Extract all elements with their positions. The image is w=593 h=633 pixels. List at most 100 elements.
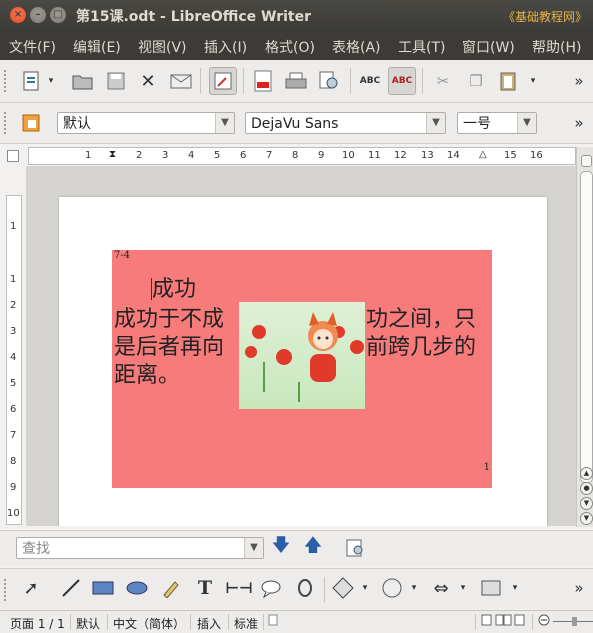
find-input[interactable]: 查找 ▼ <box>16 537 264 559</box>
close-window-button[interactable]: × <box>10 7 26 23</box>
save-icon[interactable] <box>103 68 129 94</box>
symbols-dropdown-icon[interactable]: ▾ <box>407 575 421 601</box>
cartoon-fox-image[interactable] <box>239 302 365 409</box>
styles-formatting-icon[interactable] <box>18 110 44 136</box>
autospellcheck-icon[interactable]: ABC <box>388 67 416 95</box>
zoom-out-icon[interactable] <box>538 614 550 629</box>
minimize-window-button[interactable]: – <box>30 7 46 23</box>
heading-text[interactable]: 成功 <box>152 276 196 304</box>
ellipse-tool-icon[interactable] <box>124 575 150 601</box>
tab-stop-selector[interactable] <box>7 150 19 162</box>
select-arrow-icon[interactable]: ➚ <box>18 575 44 601</box>
view-layout-icons[interactable] <box>481 614 525 629</box>
paste-icon[interactable] <box>495 68 521 94</box>
vertical-ruler[interactable]: 1 1 2 3 4 5 6 7 8 9 10 <box>6 195 22 525</box>
rectangle-tool-icon[interactable] <box>90 575 116 601</box>
export-pdf-icon[interactable] <box>250 68 276 94</box>
menu-edit[interactable]: 编辑(E) <box>73 37 121 57</box>
paragraph-style-select[interactable]: 默认 ▼ <box>57 112 235 134</box>
menu-view[interactable]: 视图(V) <box>138 37 187 57</box>
close-document-icon[interactable]: ✕ <box>135 68 161 94</box>
paste-dropdown-icon[interactable]: ▾ <box>526 68 540 94</box>
chevron-down-icon[interactable]: ▼ <box>426 113 445 133</box>
print-icon[interactable] <box>283 68 309 94</box>
symbol-shapes-icon[interactable] <box>379 575 405 601</box>
print-preview-icon[interactable] <box>316 68 342 94</box>
toolbar-overflow-button[interactable]: » <box>570 68 588 94</box>
font-name-select[interactable]: DejaVu Sans ▼ <box>245 112 446 134</box>
flowchart-icon[interactable] <box>478 575 504 601</box>
vertical-text-icon[interactable]: ⊢⊣ <box>225 575 252 601</box>
horizontal-ruler[interactable]: 1 2 3 4 5 6 7 8 9 10 11 12 13 14 15 16 ⧗… <box>28 147 576 165</box>
menu-help[interactable]: 帮助(H) <box>532 37 581 57</box>
scroll-up-arrow-icon[interactable] <box>581 155 592 167</box>
open-folder-icon[interactable] <box>70 68 96 94</box>
drawing-overflow-button[interactable]: » <box>570 575 588 601</box>
body-line-3[interactable]: 距离。 <box>114 362 180 390</box>
find-previous-up-icon[interactable]: 🡅 <box>300 535 326 561</box>
toolbar-grip[interactable] <box>4 70 10 92</box>
find-next-down-icon[interactable]: 🡇 <box>268 535 294 561</box>
spellcheck-icon[interactable]: ABC <box>357 68 383 94</box>
menu-format[interactable]: 格式(O) <box>265 37 315 57</box>
toolbar-grip[interactable] <box>4 112 10 134</box>
document-area[interactable]: 7-4 成功 成功于不成 功之间，只 是后者再向 前跨几步的 距离。 1 <box>26 166 576 526</box>
menu-window[interactable]: 窗口(W) <box>462 37 515 57</box>
line-tool-icon[interactable] <box>58 575 84 601</box>
callout-tool-icon[interactable] <box>258 575 284 601</box>
document-page[interactable]: 7-4 成功 成功于不成 功之间，只 是后者再向 前跨几步的 距离。 1 <box>59 197 547 526</box>
body-line-1-right[interactable]: 功之间，只 <box>366 306 476 334</box>
menu-bar: 文件(F) 编辑(E) 视图(V) 插入(I) 格式(O) 表格(A) 工具(T… <box>0 30 593 60</box>
new-dropdown-icon[interactable]: ▾ <box>44 68 58 94</box>
right-indent-icon[interactable]: △ <box>479 149 487 160</box>
text-frame[interactable]: 7-4 成功 成功于不成 功之间，只 是后者再向 前跨几步的 距离。 1 <box>112 250 492 488</box>
menu-tools[interactable]: 工具(T) <box>398 37 445 57</box>
chevron-down-icon[interactable]: ▼ <box>215 113 234 133</box>
zoom-slider-handle[interactable] <box>572 617 577 626</box>
block-arrows-icon[interactable]: ⇔ <box>428 575 454 601</box>
fontwork-icon[interactable] <box>292 575 318 601</box>
copy-icon[interactable]: ❐ <box>463 68 489 94</box>
font-size-select[interactable]: 一号 ▼ <box>457 112 537 134</box>
edit-mode-icon[interactable] <box>209 67 237 95</box>
chevron-down-icon[interactable]: ▼ <box>244 538 263 558</box>
page-number: 1 <box>483 462 490 473</box>
left-indent-icon[interactable]: ⧗ <box>109 149 116 160</box>
watermark-text: 《基础教程网》 <box>502 10 587 24</box>
text-tool-icon[interactable]: T <box>192 575 218 601</box>
menu-insert[interactable]: 插入(I) <box>204 37 247 57</box>
find-toolbar: 查找 ▼ 🡇 🡅 <box>0 530 593 566</box>
vertical-scrollbar[interactable]: ▲ ● ▼ ▼ <box>576 147 593 527</box>
font-size-value: 一号 <box>463 116 491 132</box>
shapes-dropdown-icon[interactable]: ▾ <box>358 575 372 601</box>
scroll-thumb[interactable] <box>580 171 593 483</box>
scroll-down-arrow-icon[interactable]: ▼ <box>580 512 593 525</box>
flowchart-dropdown-icon[interactable]: ▾ <box>508 575 522 601</box>
format-overflow-button[interactable]: » <box>570 110 588 136</box>
language-indicator[interactable]: 中文（简体） <box>113 615 185 632</box>
page-style-indicator[interactable]: 默认 <box>76 615 100 632</box>
drawing-toolbar: ➚ T ⊢⊣ ▾ ▾ ⇔ ▾ ▾ » <box>0 568 593 609</box>
find-replace-icon[interactable] <box>342 535 368 561</box>
body-line-1-left[interactable]: 成功于不成 <box>114 306 224 334</box>
new-document-icon[interactable] <box>18 68 44 94</box>
chevron-down-icon[interactable]: ▼ <box>517 113 536 133</box>
prev-page-icon[interactable]: ▲ <box>580 467 593 480</box>
body-line-2-left[interactable]: 是后者再向 <box>114 334 224 362</box>
body-line-2-right[interactable]: 前跨几步的 <box>366 334 476 362</box>
toolbar-grip[interactable] <box>4 579 10 601</box>
maximize-window-button[interactable]: □ <box>50 7 66 23</box>
menu-file[interactable]: 文件(F) <box>9 37 56 57</box>
basic-shapes-diamond-icon[interactable] <box>330 575 356 601</box>
arrows-dropdown-icon[interactable]: ▾ <box>456 575 470 601</box>
next-page-icon[interactable]: ▼ <box>580 497 593 510</box>
freeform-pencil-icon[interactable] <box>158 575 184 601</box>
formatting-toolbar: 默认 ▼ DejaVu Sans ▼ 一号 ▼ » <box>0 103 593 144</box>
selection-mode-indicator[interactable]: 标准 <box>234 615 258 632</box>
insert-mode-indicator[interactable]: 插入 <box>197 615 221 632</box>
cut-icon[interactable]: ✂ <box>430 68 456 94</box>
menu-table[interactable]: 表格(A) <box>332 37 381 57</box>
page-indicator[interactable]: 页面 1 / 1 <box>10 615 65 632</box>
navigator-icon[interactable]: ● <box>580 482 593 495</box>
email-icon[interactable] <box>168 68 194 94</box>
